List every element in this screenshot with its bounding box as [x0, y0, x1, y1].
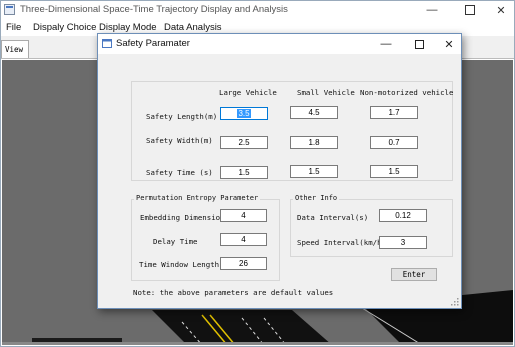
close-button[interactable]: ✕ [484, 0, 515, 20]
entropy-group-title: Permutation Entropy Parameter [134, 194, 261, 202]
data-interval-input[interactable]: 0.12 [379, 209, 427, 222]
enter-button[interactable]: Enter [391, 268, 437, 281]
delay-time-input[interactable]: 4 [220, 233, 267, 246]
embedding-dimension-label: Embedding Dimension [140, 213, 225, 222]
time-window-length-input[interactable]: 26 [220, 257, 267, 270]
column-header-small-vehicle: Small Vehicle [297, 88, 355, 97]
selected-text: 3.5 [237, 109, 251, 118]
close-icon: ✕ [444, 38, 454, 51]
maximize-icon [465, 5, 475, 15]
tab-view[interactable]: View [1, 40, 29, 58]
large-vehicle-length-input[interactable]: 3.5 [220, 107, 268, 120]
data-interval-label: Data Interval(s) [297, 213, 369, 222]
dialog-maximize-button[interactable] [404, 34, 434, 54]
menu-display-mode[interactable]: Display Mode [99, 22, 157, 33]
small-vehicle-width-input[interactable]: 1.8 [290, 136, 338, 149]
nonmotor-width-input[interactable]: 0.7 [370, 136, 418, 149]
close-icon: ✕ [496, 4, 506, 17]
dialog-titlebar: Safety Paramater — ✕ [98, 34, 461, 54]
main-titlebar: Three-Dimensional Space-Time Trajectory … [0, 0, 515, 20]
small-vehicle-length-input[interactable]: 4.5 [290, 106, 338, 119]
row-label-safety-width: Safety Width(m) [146, 136, 213, 145]
other-info-group: Other Info [290, 194, 453, 257]
maximize-icon [414, 39, 424, 49]
dialog-app-icon [102, 39, 112, 48]
resize-grip-icon[interactable] [451, 298, 459, 306]
nonmotor-time-input[interactable]: 1.5 [370, 165, 418, 178]
default-values-note: Note: the above parameters are default v… [133, 288, 334, 297]
large-vehicle-width-input[interactable]: 2.5 [220, 136, 268, 149]
dialog-minimize-button[interactable]: — [371, 34, 401, 54]
delay-time-label: Delay Time [153, 237, 198, 246]
embedding-dimension-input[interactable]: 4 [220, 209, 267, 222]
minimize-icon: — [426, 4, 438, 16]
nonmotor-length-input[interactable]: 1.7 [370, 106, 418, 119]
speed-interval-input[interactable]: 3 [379, 236, 427, 249]
menu-file[interactable]: File [6, 22, 21, 33]
main-window-title: Three-Dimensional Space-Time Trajectory … [20, 4, 288, 15]
app-icon [4, 4, 15, 15]
large-vehicle-time-input[interactable]: 1.5 [220, 166, 268, 179]
column-header-large-vehicle: Large Vehicle [219, 88, 277, 97]
row-label-safety-length: Safety Length(m) [146, 112, 218, 121]
dialog-close-button[interactable]: ✕ [434, 34, 464, 54]
minimize-button[interactable]: — [415, 0, 449, 20]
speed-interval-label: Speed Interval(km/h) [297, 238, 386, 247]
other-info-group-title: Other Info [293, 194, 340, 202]
minimize-icon: — [380, 38, 392, 50]
small-vehicle-time-input[interactable]: 1.5 [290, 165, 338, 178]
menu-display-choice[interactable]: Dispaly Choice [33, 22, 96, 33]
maximize-button[interactable] [453, 0, 487, 20]
dialog-title: Safety Paramater [116, 38, 190, 49]
safety-parameter-dialog: Safety Paramater — ✕ Large Vehicle Small… [97, 33, 462, 309]
time-window-length-label: Time Window Length [139, 260, 220, 269]
menu-data-analysis[interactable]: Data Analysis [164, 22, 222, 33]
row-label-safety-time: Safety Time (s) [146, 168, 213, 177]
column-header-non-motorized: Non-motorized vehicle [360, 88, 454, 97]
